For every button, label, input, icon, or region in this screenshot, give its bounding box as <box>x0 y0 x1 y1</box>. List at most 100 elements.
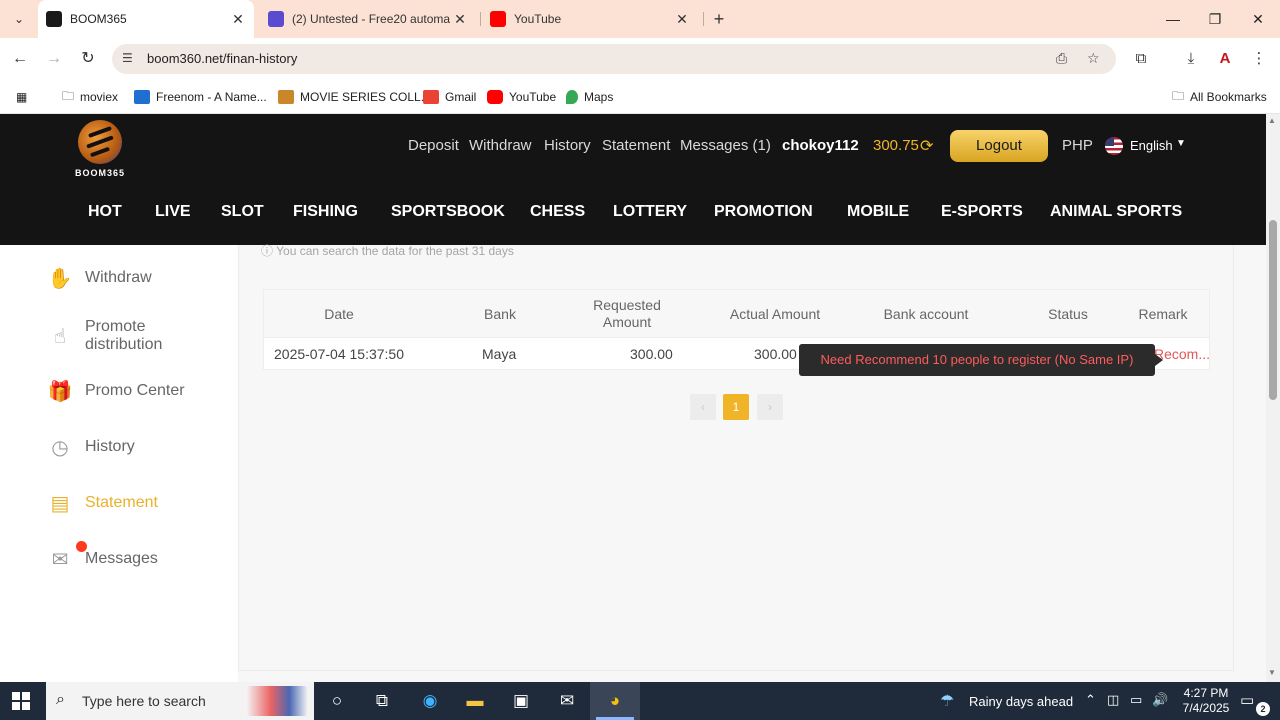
bookmark-gmail[interactable]: Gmail <box>423 87 476 107</box>
logout-button[interactable]: Logout <box>950 130 1048 162</box>
cat-fishing[interactable]: FISHING <box>293 203 358 221</box>
cat-animal-sports[interactable]: ANIMAL SPORTS <box>1050 203 1182 221</box>
cortana-icon[interactable]: ○ <box>324 689 350 713</box>
mail-app-icon[interactable]: ✉ <box>554 689 580 713</box>
tab-close-icon[interactable]: ✕ <box>450 11 470 28</box>
cat-promotion[interactable]: PROMOTION <box>714 203 813 221</box>
col-bank: Bank <box>484 306 516 322</box>
col-date: Date <box>324 306 354 322</box>
nav-withdraw[interactable]: Withdraw <box>469 137 532 157</box>
windows-start-icon[interactable] <box>12 692 30 710</box>
taskbar-search-input[interactable]: ⌕ Type here to search <box>46 682 314 720</box>
bookmark-moviex[interactable]: 🗀 moviex <box>62 87 118 107</box>
cat-hot[interactable]: HOT <box>88 203 122 221</box>
sidebar-item-statement[interactable]: ▤ Statement <box>46 490 158 516</box>
umbrella-icon[interactable]: ☂ <box>940 691 954 711</box>
prev-page-button[interactable]: ‹ <box>690 394 716 420</box>
col-bank-account: Bank account <box>883 306 969 322</box>
all-bookmarks[interactable]: 🗀 All Bookmarks <box>1172 87 1267 107</box>
bookmark-star-icon[interactable]: ☆ <box>1087 50 1100 67</box>
col-requested-amount: Requested Amount <box>593 297 661 330</box>
site-header: BOOM365 Deposit Withdraw History Stateme… <box>0 114 1266 245</box>
bookmark-freenom[interactable]: Freenom - A Name... <box>134 87 267 107</box>
next-page-button[interactable]: › <box>757 394 783 420</box>
nav-statement[interactable]: Statement <box>602 137 670 157</box>
url-omnibox[interactable]: ☰ boom360.net/finan-history ⎙ ☆ <box>112 44 1116 74</box>
tray-chevron-up-icon[interactable]: ⌃ <box>1085 692 1096 708</box>
chrome-icon[interactable]: ◕ <box>602 689 628 713</box>
minimize-icon[interactable]: — <box>1158 8 1188 30</box>
language-select[interactable]: English <box>1130 138 1173 153</box>
tab-youtube[interactable]: YouTube ✕ <box>482 0 698 38</box>
forward-arrow-icon[interactable]: → <box>42 47 66 71</box>
download-icon[interactable]: ⤓ <box>1179 47 1203 71</box>
refresh-balance-icon[interactable]: ⟳ <box>920 136 933 156</box>
tab-boom365[interactable]: BOOM365 ✕ <box>38 0 254 38</box>
window-close-icon[interactable]: ✕ <box>1243 8 1273 30</box>
scroll-down-icon[interactable]: ▼ <box>1268 668 1276 677</box>
page-1-button[interactable]: 1 <box>723 394 749 420</box>
cat-chess[interactable]: CHESS <box>530 203 585 221</box>
bookmark-youtube[interactable]: YouTube <box>487 87 556 107</box>
nav-messages[interactable]: Messages (1) <box>680 137 771 157</box>
cat-mobile[interactable]: MOBILE <box>847 203 909 221</box>
tab-close-icon[interactable]: ✕ <box>228 11 248 28</box>
tab-untested[interactable]: (2) Untested - Free20 automati ✕ <box>260 0 476 38</box>
back-arrow-icon[interactable]: ← <box>8 47 32 71</box>
store-icon[interactable]: ▣ <box>508 689 534 713</box>
windows-taskbar: ⌕ Type here to search ○ ⧉ ◉ ▬ ▣ ✉ ◕ ☂ Ra… <box>0 682 1280 720</box>
history-icon: ◷ <box>51 436 69 459</box>
sidebar-item-messages[interactable]: ✉ Messages <box>46 546 158 572</box>
us-flag-icon[interactable] <box>1105 137 1123 155</box>
weather-widget[interactable]: Rainy days ahead <box>969 694 1073 709</box>
tab-close-icon[interactable]: ✕ <box>672 11 692 28</box>
apps-grid-icon[interactable]: ▦ <box>16 87 27 107</box>
scroll-thumb[interactable] <box>1269 220 1277 400</box>
more-menu-icon[interactable]: ⋮ <box>1247 47 1271 71</box>
sidebar-item-history[interactable]: ◷ History <box>46 434 135 460</box>
gmail-icon <box>423 90 439 104</box>
balance-amount: 300.75 <box>873 137 919 154</box>
sidebar-item-withdraw[interactable]: ✋ Withdraw <box>46 265 152 291</box>
reload-icon[interactable]: ↻ <box>76 47 100 71</box>
caret-down-icon[interactable]: ▼ <box>1176 138 1186 149</box>
bookmark-movie-series[interactable]: MOVIE SERIES COLL... <box>278 87 431 107</box>
cat-live[interactable]: LIVE <box>155 203 191 221</box>
freenom-icon <box>134 90 150 104</box>
nav-history[interactable]: History <box>544 137 591 157</box>
scroll-up-icon[interactable]: ▲ <box>1268 116 1276 125</box>
meet-now-icon[interactable]: ◫ <box>1107 692 1119 708</box>
task-view-icon[interactable]: ⧉ <box>369 689 395 713</box>
cat-sportsbook[interactable]: SPORTSBOOK <box>391 203 505 221</box>
tab-search-chevron-icon[interactable]: ⌄ <box>8 8 30 30</box>
file-explorer-icon[interactable]: ▬ <box>462 689 488 713</box>
search-highlight-image <box>246 686 308 716</box>
install-app-icon[interactable]: ⎙ <box>1056 50 1067 67</box>
adobe-acrobat-icon[interactable]: A <box>1213 47 1237 71</box>
nav-deposit[interactable]: Deposit <box>408 137 459 157</box>
search-range-notice: ⓘ You can search the data for the past 3… <box>261 244 514 258</box>
cat-esports[interactable]: E-SPORTS <box>941 203 1023 221</box>
youtube-favicon-icon <box>490 11 506 27</box>
volume-icon[interactable]: 🔊 <box>1152 692 1168 708</box>
mail-icon: ✉ <box>51 548 69 571</box>
cat-lottery[interactable]: LOTTERY <box>613 203 687 221</box>
youtube-icon <box>487 90 503 104</box>
network-icon[interactable]: ▭ <box>1130 692 1142 708</box>
taskbar-clock[interactable]: 4:27 PM 7/4/2025 <box>1176 686 1236 716</box>
boom365-logo[interactable]: BOOM365 <box>72 120 128 180</box>
touch-icon: ☝ <box>53 325 67 348</box>
notifications-icon[interactable]: ▭ <box>1240 691 1254 709</box>
sidebar-item-promote-distribution[interactable]: ☝ Promote distribution <box>46 318 185 354</box>
extensions-icon[interactable]: ⧉ <box>1129 47 1153 71</box>
new-tab-plus-icon[interactable]: + <box>708 8 730 30</box>
bookmark-maps[interactable]: Maps <box>566 87 613 107</box>
page-scrollbar[interactable]: ▲ ▼ <box>1266 114 1280 682</box>
remark-tooltip: Need Recommend 10 people to register (No… <box>799 344 1163 376</box>
cat-slot[interactable]: SLOT <box>221 203 264 221</box>
url-text[interactable]: boom360.net/finan-history <box>147 51 297 66</box>
edge-icon[interactable]: ◉ <box>417 689 443 713</box>
restore-icon[interactable]: ❐ <box>1200 8 1230 30</box>
site-settings-icon[interactable]: ☰ <box>122 51 133 65</box>
sidebar-item-promo-center[interactable]: 🎁 Promo Center <box>46 378 185 404</box>
